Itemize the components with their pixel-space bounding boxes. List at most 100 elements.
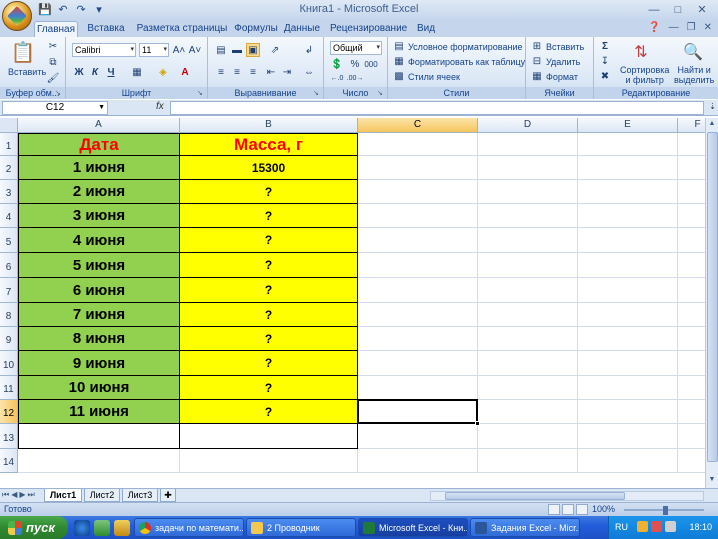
formula-input[interactable] <box>170 101 704 115</box>
close-icon[interactable]: ✕ <box>690 1 714 18</box>
horizontal-scrollbar[interactable] <box>430 491 704 501</box>
sheet-tab-3[interactable]: Лист3 <box>122 489 158 502</box>
copy-icon[interactable]: ⧉ <box>46 55 60 69</box>
tab-data[interactable]: Данные <box>282 21 322 37</box>
column-header-d[interactable]: D <box>478 118 578 133</box>
table-row-mass[interactable]: ? <box>180 228 358 253</box>
format-as-table-button[interactable]: Форматировать как таблицу <box>408 57 525 67</box>
font-launcher-icon[interactable]: ↘ <box>197 90 205 98</box>
fill-color-icon[interactable]: ◈ <box>156 65 170 79</box>
fill-icon[interactable]: ↧ <box>598 54 612 68</box>
font-size-box[interactable]: 11 ▾ <box>139 43 169 57</box>
merge-center-icon[interactable]: ⇔ <box>302 65 316 79</box>
align-right-icon[interactable]: ≡ <box>246 65 260 79</box>
office-button[interactable] <box>2 1 32 31</box>
next-sheet-icon[interactable]: ▶ <box>19 490 25 500</box>
find-select-icon[interactable]: 🔍 <box>680 39 706 65</box>
quicklaunch-desktop-icon[interactable] <box>94 520 110 536</box>
taskbar-button-excel[interactable]: Microsoft Excel - Кни... <box>358 518 468 537</box>
tab-insert[interactable]: Вставка <box>86 21 126 37</box>
font-name-box[interactable]: Calibri ▾ <box>72 43 136 57</box>
taskbar-button-chrome[interactable]: задачи по математи... <box>134 518 244 537</box>
horizontal-scroll-thumb[interactable] <box>445 492 625 500</box>
increase-indent-icon[interactable]: ⇥ <box>280 65 294 79</box>
select-all-corner[interactable] <box>0 118 18 133</box>
percent-button[interactable]: % <box>348 57 362 71</box>
prev-sheet-icon[interactable]: ◀ <box>11 490 17 500</box>
number-launcher-icon[interactable]: ↘ <box>377 90 385 98</box>
cell-b1-header[interactable]: Масса, г <box>180 133 358 156</box>
tray-app-icon[interactable] <box>637 521 648 532</box>
column-header-a[interactable]: A <box>18 118 180 133</box>
paste-icon[interactable]: 📋 <box>10 39 36 65</box>
scroll-up-icon[interactable]: ▲ <box>706 118 718 130</box>
taskbar-button-explorer[interactable]: 2 Проводник <box>246 518 356 537</box>
align-middle-icon[interactable]: ▬ <box>230 43 244 57</box>
table-row-date[interactable]: 11 июня <box>18 400 180 424</box>
table-row-date[interactable]: 1 июня <box>18 156 180 180</box>
ribbon-minimize-icon[interactable]: — <box>669 22 679 33</box>
cut-icon[interactable]: ✂ <box>46 39 60 53</box>
table-row-mass[interactable]: ? <box>180 376 358 400</box>
row-header-1[interactable]: 1 <box>0 133 18 156</box>
sort-filter-button[interactable]: Сортировка и фильтр <box>620 65 669 85</box>
table-row-mass[interactable]: ? <box>180 278 358 303</box>
number-format-box[interactable]: Общий ▾ <box>330 41 382 55</box>
fill-handle[interactable] <box>475 421 480 426</box>
sort-filter-icon[interactable]: ⇅ <box>628 39 654 65</box>
tray-antivirus-icon[interactable] <box>651 521 662 532</box>
table-row-mass[interactable]: ? <box>180 180 358 204</box>
table-row-date[interactable]: 10 июня <box>18 376 180 400</box>
align-top-icon[interactable]: ▤ <box>214 43 228 57</box>
taskbar-button-word[interactable]: Задания Excel - Micr... <box>470 518 580 537</box>
ribbon-restore-icon[interactable]: ❐ <box>687 22 696 33</box>
vertical-scroll-thumb[interactable] <box>707 132 718 462</box>
align-left-icon[interactable]: ≡ <box>214 65 228 79</box>
autosum-button[interactable]: Σ <box>598 39 612 53</box>
conditional-formatting-button[interactable]: Условное форматирование <box>408 42 523 52</box>
last-sheet-icon[interactable]: ⏭ <box>28 490 35 500</box>
tab-review[interactable]: Рецензирование <box>330 21 407 37</box>
row-header-4[interactable]: 4 <box>0 204 18 228</box>
table-row-mass[interactable]: ? <box>180 303 358 327</box>
column-header-e[interactable]: E <box>578 118 678 133</box>
grow-font-icon[interactable]: A˄ <box>172 43 186 57</box>
zoom-level[interactable]: 100% <box>592 504 615 514</box>
shrink-font-icon[interactable]: A˅ <box>188 43 202 57</box>
clipboard-launcher-icon[interactable]: ↘ <box>55 90 63 98</box>
row-header-12[interactable]: 12 <box>0 400 18 424</box>
tab-view[interactable]: Вид <box>412 21 440 37</box>
tab-formulas[interactable]: Формулы <box>234 21 278 37</box>
insert-sheet-icon[interactable]: ✚ <box>160 489 176 502</box>
table-row-mass[interactable]: ? <box>180 400 358 424</box>
table-row-date[interactable]: 2 июня <box>18 180 180 204</box>
delete-cells-button[interactable]: Удалить <box>546 57 580 67</box>
table-row-mass[interactable]: ? <box>180 253 358 278</box>
table-row-date[interactable]: 8 июня <box>18 327 180 351</box>
paste-button-label[interactable]: Вставить <box>8 67 46 77</box>
row-header-13[interactable]: 13 <box>0 424 18 449</box>
align-center-icon[interactable]: ≡ <box>230 65 244 79</box>
column-header-c[interactable]: C <box>358 118 478 133</box>
table-row-date[interactable]: 4 июня <box>18 228 180 253</box>
tray-volume-icon[interactable] <box>665 521 676 532</box>
row-header-14[interactable]: 14 <box>0 449 18 473</box>
underline-button[interactable]: Ч <box>104 65 118 79</box>
clear-icon[interactable]: ✖ <box>598 69 612 83</box>
row-header-11[interactable]: 11 <box>0 376 18 400</box>
cell-a13[interactable] <box>18 424 180 449</box>
worksheet-grid[interactable]: A B C D E F 1 2 3 4 5 6 7 8 9 10 11 12 13 14 Дата Масса, г1 и… <box>0 118 718 488</box>
zoom-slider-knob[interactable] <box>663 506 668 515</box>
page-layout-view-icon[interactable] <box>562 504 574 515</box>
bold-button[interactable]: Ж <box>72 65 86 79</box>
table-row-date[interactable]: 5 июня <box>18 253 180 278</box>
name-box[interactable]: C12 ▼ <box>2 101 108 115</box>
row-header-7[interactable]: 7 <box>0 278 18 303</box>
row-header-8[interactable]: 8 <box>0 303 18 327</box>
insert-function-button[interactable]: fx <box>156 101 164 112</box>
insert-cells-button[interactable]: Вставить <box>546 42 584 52</box>
borders-icon[interactable]: ▦ <box>130 65 144 79</box>
row-header-5[interactable]: 5 <box>0 228 18 253</box>
align-bottom-icon[interactable]: ▣ <box>246 43 260 57</box>
table-row-mass[interactable]: ? <box>180 351 358 376</box>
